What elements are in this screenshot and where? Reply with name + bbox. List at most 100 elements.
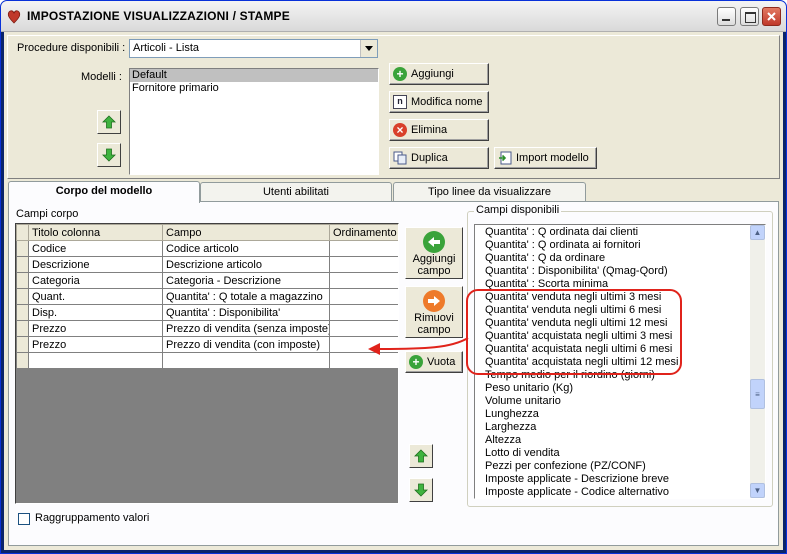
- row-indicator: [16, 240, 29, 257]
- app-heart-icon: [7, 10, 21, 24]
- list-item[interactable]: Pezzi per confezione (PZ/CONF): [475, 460, 749, 473]
- column-header[interactable]: Titolo colonna: [28, 224, 163, 241]
- table-cell[interactable]: Codice articolo: [162, 240, 330, 257]
- table-cell[interactable]: Categoria: [28, 272, 163, 289]
- modifica-nome-button[interactable]: n Modifica nome: [389, 91, 489, 113]
- list-item[interactable]: Peso unitario (Kg): [475, 382, 749, 395]
- row-indicator: [16, 352, 29, 369]
- move-model-up-button[interactable]: [97, 110, 121, 134]
- tab-utenti-abilitati[interactable]: Utenti abilitati: [200, 182, 392, 202]
- modelli-list[interactable]: Default Fornitore primario: [129, 68, 379, 175]
- table-cell[interactable]: Categoria - Descrizione: [162, 272, 330, 289]
- close-button[interactable]: [762, 7, 781, 26]
- list-item[interactable]: Imposte applicate - Descrizione breve: [475, 473, 749, 486]
- list-item[interactable]: Lotto di vendita: [475, 447, 749, 460]
- arrow-up-icon: [102, 115, 116, 129]
- dropdown-button[interactable]: [360, 40, 377, 57]
- close-icon: [767, 12, 776, 21]
- modelli-panel: Procedure disponibili : Articoli - Lista…: [7, 35, 780, 179]
- table-cell[interactable]: Descrizione articolo: [162, 256, 330, 273]
- table-row[interactable]: Categoria Categoria - Descrizione: [16, 272, 398, 289]
- list-item[interactable]: Quantita' : Q da ordinare: [475, 252, 749, 265]
- table-cell[interactable]: Prezzo di vendita (con imposte): [162, 336, 330, 353]
- raggruppamento-label: Raggruppamento valori: [35, 512, 150, 524]
- list-item[interactable]: Default: [130, 69, 378, 82]
- table-cell[interactable]: [28, 352, 163, 369]
- list-item[interactable]: Quantita' : Q ordinata dai clienti: [475, 226, 749, 239]
- list-item[interactable]: Lunghezza: [475, 408, 749, 421]
- table-cell[interactable]: Prezzo: [28, 336, 163, 353]
- table-cell[interactable]: [329, 288, 398, 305]
- list-item[interactable]: Quantita' : Disponibilita' (Qmag-Qord): [475, 265, 749, 278]
- import-modello-button[interactable]: Import modello: [494, 147, 597, 169]
- arrow-right-icon: [423, 290, 445, 312]
- table-row[interactable]: Prezzo Prezzo di vendita (con imposte): [16, 336, 398, 353]
- chevron-up-icon: ▲: [753, 228, 762, 237]
- table-cell[interactable]: Codice: [28, 240, 163, 257]
- list-item[interactable]: Altezza: [475, 434, 749, 447]
- delete-icon: ×: [393, 123, 407, 137]
- chevron-down-icon: ▼: [753, 486, 762, 495]
- table-row[interactable]: Descrizione Descrizione articolo: [16, 256, 398, 273]
- column-header[interactable]: Ordinamento: [329, 224, 398, 241]
- duplica-label: Duplica: [411, 152, 448, 164]
- import-modello-label: Import modello: [516, 152, 589, 164]
- scroll-down-button[interactable]: ▼: [750, 483, 765, 498]
- scroll-up-button[interactable]: ▲: [750, 225, 765, 240]
- list-item[interactable]: Imposte applicate - Codice alternativo: [475, 486, 749, 498]
- move-field-up-button[interactable]: [409, 444, 433, 468]
- table-cell[interactable]: [329, 240, 398, 257]
- raggruppamento-checkbox[interactable]: [18, 513, 30, 525]
- arrow-left-icon: [423, 231, 445, 253]
- rimuovi-campo-button[interactable]: Rimuovi campo: [405, 286, 463, 338]
- campi-disponibili-label: Campi disponibili: [474, 204, 562, 216]
- table-cell[interactable]: [329, 256, 398, 273]
- tab-tipo-linee[interactable]: Tipo linee da visualizzare: [393, 182, 586, 202]
- procedure-select[interactable]: Articoli - Lista: [129, 39, 378, 58]
- table-cell[interactable]: Quantita' : Q totale a magazzino: [162, 288, 330, 305]
- table-row[interactable]: Codice Codice articolo: [16, 240, 398, 257]
- row-indicator: [16, 288, 29, 305]
- scrollbar[interactable]: ▲ ≡ ▼: [750, 225, 765, 498]
- aggiungi-campo-button[interactable]: Aggiungi campo: [405, 227, 463, 279]
- minimize-icon: [722, 19, 730, 21]
- table-row[interactable]: Prezzo Prezzo di vendita (senza imposte): [16, 320, 398, 337]
- tab-corpo-del-modello[interactable]: Corpo del modello: [8, 181, 200, 203]
- minimize-button[interactable]: [717, 7, 736, 26]
- maximize-button[interactable]: [740, 7, 759, 26]
- duplica-button[interactable]: Duplica: [389, 147, 489, 169]
- list-item[interactable]: Fornitore primario: [130, 82, 378, 95]
- table-cell[interactable]: [162, 352, 330, 369]
- move-model-down-button[interactable]: [97, 143, 121, 167]
- table-cell[interactable]: Quantita' : Disponibilita': [162, 304, 330, 321]
- table-cell[interactable]: [329, 304, 398, 321]
- table-cell[interactable]: [329, 272, 398, 289]
- table-cell[interactable]: Prezzo: [28, 320, 163, 337]
- table-row-empty[interactable]: [16, 352, 398, 369]
- highlight-annotation: [466, 289, 682, 375]
- arrow-down-icon: [414, 483, 428, 497]
- column-header[interactable]: Campo: [162, 224, 330, 241]
- aggiungi-button[interactable]: + Aggiungi: [389, 63, 489, 85]
- table-row[interactable]: Disp. Quantita' : Disponibilita': [16, 304, 398, 321]
- table-cell[interactable]: Disp.: [28, 304, 163, 321]
- elimina-button[interactable]: × Elimina: [389, 119, 489, 141]
- campi-corpo-grid[interactable]: Titolo colonna Campo Ordinamento Codice C…: [15, 223, 399, 504]
- elimina-label: Elimina: [411, 124, 448, 136]
- table-row[interactable]: Quant. Quantita' : Q totale a magazzino: [16, 288, 398, 305]
- table-cell[interactable]: Quant.: [28, 288, 163, 305]
- row-indicator: [16, 320, 29, 337]
- row-indicator-header: [16, 224, 29, 241]
- row-indicator: [16, 336, 29, 353]
- table-cell[interactable]: Descrizione: [28, 256, 163, 273]
- row-indicator: [16, 272, 29, 289]
- scroll-thumb[interactable]: ≡: [750, 379, 765, 409]
- title-bar[interactable]: IMPOSTAZIONE VISUALIZZAZIONI / STAMPE: [1, 1, 786, 32]
- list-item[interactable]: Quantita' : Q ordinata ai fornitori: [475, 239, 749, 252]
- arrow-up-icon: [414, 449, 428, 463]
- rimuovi-campo-label-1: Rimuovi: [414, 312, 454, 324]
- table-cell[interactable]: Prezzo di vendita (senza imposte): [162, 320, 330, 337]
- list-item[interactable]: Larghezza: [475, 421, 749, 434]
- list-item[interactable]: Volume unitario: [475, 395, 749, 408]
- move-field-down-button[interactable]: [409, 478, 433, 502]
